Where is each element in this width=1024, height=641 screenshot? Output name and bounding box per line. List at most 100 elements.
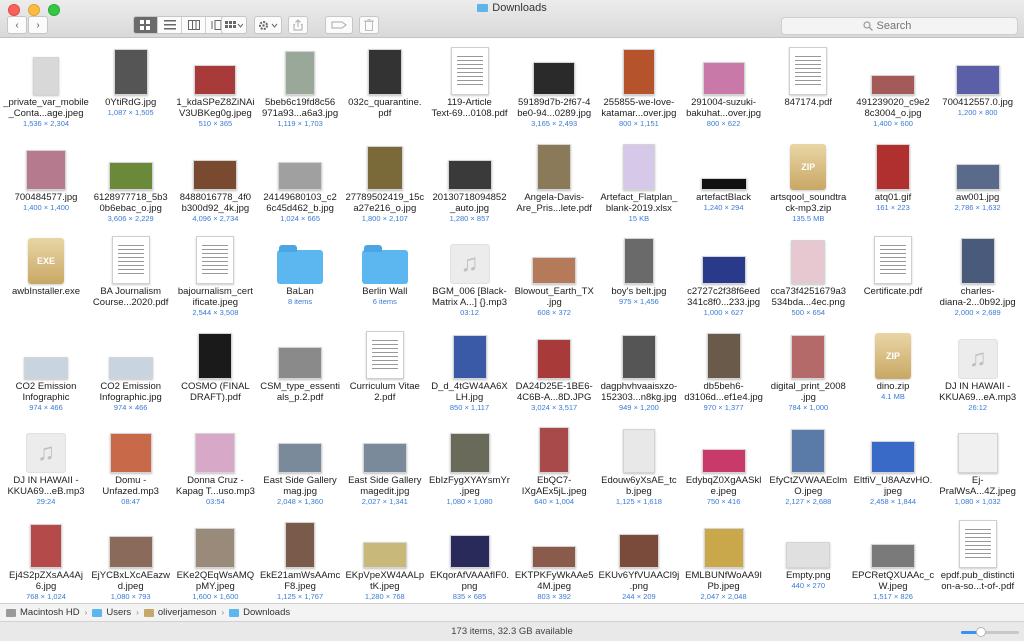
file-item[interactable]: Empty.png 440 × 270: [765, 512, 851, 604]
path-crumb-disk[interactable]: Macintosh HD: [6, 607, 80, 618]
file-item[interactable]: 700484577.jpg 1,400 × 1,400: [3, 134, 89, 226]
file-item[interactable]: Certificate.pdf: [850, 228, 936, 320]
action-menu-button[interactable]: [254, 16, 282, 34]
list-view-button[interactable]: [158, 17, 182, 33]
file-item[interactable]: charles- diana-2...0b92.jpg 2,000 × 2,689: [935, 228, 1021, 320]
file-item[interactable]: EbQC7- IXgAEx5jL.jpeg 640 × 1,004: [511, 417, 597, 509]
file-item[interactable]: Angela-Davis- Are_Pris...lete.pdf: [511, 134, 597, 226]
file-item[interactable]: 6128977718_5b3 0b6ebac_o.jpg 3,606 × 2,22…: [88, 134, 174, 226]
title-toolbar: Downloads ‹ ›: [0, 0, 1024, 38]
file-item[interactable]: 700412557.0.jpg 1,200 × 800: [935, 39, 1021, 131]
path-crumb-downloads[interactable]: Downloads: [229, 607, 290, 618]
file-item[interactable]: db5beh6- d3106d...ef1e4.jpg 970 × 1,377: [681, 323, 767, 415]
file-item[interactable]: EkE21amWsAAmc F8.jpeg 1,125 × 1,767: [257, 512, 343, 604]
file-item[interactable]: EfyCtZVWAAEclm O.jpeg 2,127 × 2,688: [765, 417, 851, 509]
file-item[interactable]: Artefact_Flatplan_ blank-2019.xlsx 15 KB: [596, 134, 682, 226]
file-item[interactable]: _private_var_mobile _Conta...age.jpeg 1,5…: [3, 39, 89, 131]
file-meta-wrap: 3,606 × 2,229: [84, 214, 178, 224]
path-crumb-users[interactable]: Users: [92, 607, 131, 618]
document-icon: [450, 47, 489, 95]
file-item[interactable]: EKUv6YfVUAACl9j .png 244 × 209: [596, 512, 682, 604]
icon-size-slider[interactable]: [961, 627, 1019, 637]
file-item[interactable]: artefactBlack 1,240 × 294: [681, 134, 767, 226]
file-item[interactable]: EbIzFygXYAYsmYr .jpeg 1,080 × 1,080: [427, 417, 513, 509]
file-item[interactable]: c2727c2f38f6eed 341c8f0...233.jpg 1,000 ×…: [681, 228, 767, 320]
file-item[interactable]: East Side Gallery mag.jpg 2,048 × 1,360: [257, 417, 343, 509]
file-item[interactable]: cca73f4251679a3 534bda...4ec.png 500 × 65…: [765, 228, 851, 320]
file-item[interactable]: 119-Article Text-69...0108.pdf: [427, 39, 513, 131]
file-item[interactable]: CO2 Emission Infographic 974 × 466: [3, 323, 89, 415]
file-item[interactable]: Domu - Unfazed.mp3 08:47: [88, 417, 174, 509]
trash-button[interactable]: [359, 16, 379, 34]
share-icon: [293, 19, 303, 31]
file-item[interactable]: 27789502419_15c a27e216_o.jpg 1,800 × 2,1…: [342, 134, 428, 226]
column-view-button[interactable]: [182, 17, 206, 33]
file-item[interactable]: BA Journalism Course...2020.pdf: [88, 228, 174, 320]
file-item[interactable]: COSMO (FINAL DRAFT).pdf: [172, 323, 258, 415]
file-item[interactable]: digital_print_2008 .jpg 784 × 1,000: [765, 323, 851, 415]
file-item[interactable]: 8488016778_4f0 b300d92_4k.jpg 4,096 × 2,7…: [172, 134, 258, 226]
gear-icon: [259, 20, 278, 30]
file-meta: 6 items: [372, 297, 397, 306]
file-item[interactable]: EdybqZ0XgAASkl e.jpeg 750 × 416: [681, 417, 767, 509]
file-item[interactable]: EjYCBxLXcAEazw d.jpeg 1,080 × 793: [88, 512, 174, 604]
file-item[interactable]: EPCRetQXUAAc_c W.jpeg 1,517 × 826: [850, 512, 936, 604]
image-preview: [622, 143, 655, 190]
share-button[interactable]: [288, 16, 308, 34]
file-item[interactable]: 291004-suzuki- bakuhat...over.jpg 800 × 6…: [681, 39, 767, 131]
file-item[interactable]: Blowout_Earth_TX .jpg 608 × 372: [511, 228, 597, 320]
file-item[interactable]: Ej4S2pZXsAA4Aj 6.jpg 768 × 1,024: [3, 512, 89, 604]
file-item[interactable]: atq01.gif 161 × 223: [850, 134, 936, 226]
file-item[interactable]: EXE awbInstaller.exe: [3, 228, 89, 320]
file-item[interactable]: 847174.pdf: [765, 39, 851, 131]
file-item[interactable]: EKpVpeXW4AALp tK.jpeg 1,280 × 768: [342, 512, 428, 604]
icon-view-button[interactable]: [134, 17, 158, 33]
file-item[interactable]: DA24D25E-1BE6- 4C6B-A...8D.JPG 3,024 × 3,…: [511, 323, 597, 415]
file-item[interactable]: Donna Cruz - Kapag T...uso.mp3 03:54: [172, 417, 258, 509]
folder-item[interactable]: Berlin Wall 6 items: [342, 228, 428, 320]
file-item[interactable]: boy's belt.jpg 975 × 1,456: [596, 228, 682, 320]
file-item[interactable]: 20130718094852 _auto.jpg 1,280 × 857: [427, 134, 513, 226]
file-item[interactable]: ZIP artsqool_soundtra ck-mp3.zip 135.5 MB: [765, 134, 851, 226]
file-item[interactable]: Edouw6yXsAE_tc b.jpeg 1,125 × 1,618: [596, 417, 682, 509]
file-item[interactable]: 032c_quarantine. pdf: [342, 39, 428, 131]
file-item[interactable]: 24149680103_c2 6c45d462_b.jpg 1,024 × 665: [257, 134, 343, 226]
file-item[interactable]: Curriculum Vitae 2.pdf: [342, 323, 428, 415]
slider-knob[interactable]: [976, 627, 987, 637]
file-item[interactable]: ♫ DJ IN HAWAII - KKUA69...eA.mp3 26:12: [935, 323, 1021, 415]
file-item[interactable]: CO2 Emission Infographic.jpg 974 × 466: [88, 323, 174, 415]
file-item[interactable]: EKqorAfVAAAfIF0. png 835 × 685: [427, 512, 513, 604]
file-item[interactable]: EltfiV_U8AAzvHO. jpeg 2,458 × 1,844: [850, 417, 936, 509]
file-thumbnail: [342, 43, 428, 95]
file-item[interactable]: ♫ BGM_006 [Black- Matrix A...] {}.mp3 03:1…: [427, 228, 513, 320]
search-input[interactable]: [876, 20, 937, 32]
file-item[interactable]: ZIP dino.zip 4.1 MB: [850, 323, 936, 415]
search-field[interactable]: [781, 17, 1018, 35]
file-item[interactable]: 491239020_c9e2 8c3004_o.jpg 1,400 × 600: [850, 39, 936, 131]
file-item[interactable]: East Side Gallery magedit.jpg 2,027 × 1,3…: [342, 417, 428, 509]
path-crumb-home[interactable]: oliverjameson: [143, 607, 216, 618]
file-item[interactable]: D_d_4tGW4AA6X LH.jpg 850 × 1,117: [427, 323, 513, 415]
folder-item[interactable]: BaLan 8 items: [257, 228, 343, 320]
file-item[interactable]: 0YtiRdG.jpg 1,087 × 1,505: [88, 39, 174, 131]
file-item[interactable]: epdf.pub_distincti on-a-so...t-of-.pdf: [935, 512, 1021, 604]
back-button[interactable]: ‹: [7, 16, 27, 34]
forward-button[interactable]: ›: [28, 16, 48, 34]
file-item[interactable]: 5beb6c19fd8c56 971a93...a6a3.jpg 1,119 × …: [257, 39, 343, 131]
file-item[interactable]: dagphvhvaaisxzo- 152303...n8kg.jpg 949 × …: [596, 323, 682, 415]
file-item[interactable]: aw001.jpg 2,786 × 1,632: [935, 134, 1021, 226]
file-item[interactable]: 59189d7b-2f67-4 be0-94...0289.jpg 3,165 ×…: [511, 39, 597, 131]
file-item[interactable]: EKTPKFyWkAAe5 4M.jpeg 803 × 392: [511, 512, 597, 604]
view-mode-control[interactable]: [133, 16, 231, 34]
file-item[interactable]: Ej- PralWsA...4Z.jpeg 1,080 × 1,032: [935, 417, 1021, 509]
file-item[interactable]: CSM_type_essenti als_p.2.pdf: [257, 323, 343, 415]
chevron-right-icon: ›: [84, 608, 88, 617]
file-item[interactable]: ♫ DJ IN HAWAII - KKUA69...eB.mp3 29:24: [3, 417, 89, 509]
file-item[interactable]: 255855-we-love- katamar...over.jpg 800 × …: [596, 39, 682, 131]
file-item[interactable]: EKe2QEqWsAMQ pMY.jpeg 1,600 × 1,600: [172, 512, 258, 604]
file-item[interactable]: bajournalism_cert ificate.jpeg 2,544 × 3,…: [172, 228, 258, 320]
file-item[interactable]: 1_kdaSPeZ8ZiNAi V3UBKeg0g.jpeg 510 × 365: [172, 39, 258, 131]
tags-button[interactable]: [325, 16, 353, 34]
file-item[interactable]: EMLBUNfWoAA9I Pb.jpeg 2,047 × 2,048: [681, 512, 767, 604]
arrange-menu-button[interactable]: [221, 16, 247, 34]
